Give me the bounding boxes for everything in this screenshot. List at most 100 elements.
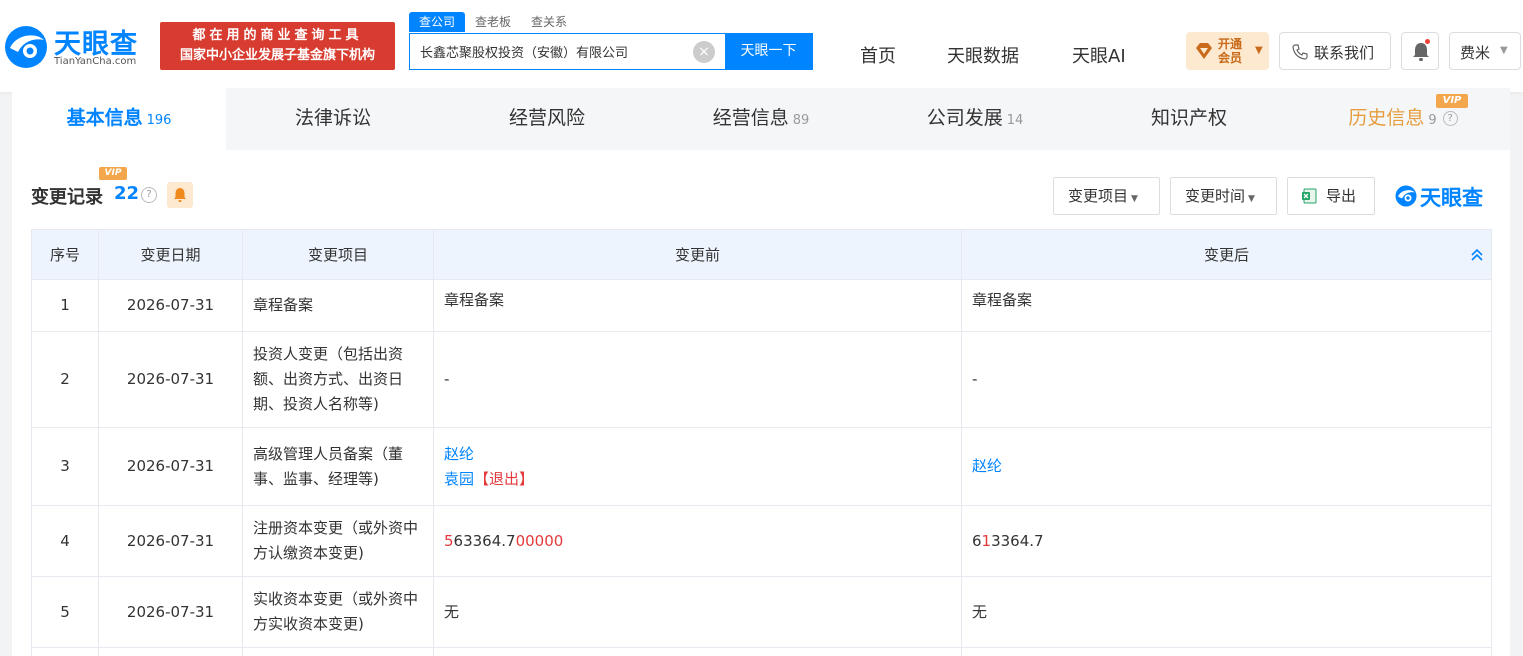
exit-tag: 【退出】 [474,469,535,488]
slogan-banner: 都在用的商业查询工具 国家中小企业发展子基金旗下机构 [160,22,395,70]
cell-before: 563364.700000 [433,505,962,577]
search-tab-boss[interactable]: 查老板 [465,12,521,32]
tianyancha-logo[interactable]: 天眼查 TianYanCha.com [2,22,152,72]
cell-item: 投资人变更（包括出资额、出资方式、出资日期、投资人名称等) [242,331,434,428]
help-icon[interactable]: ? [141,187,157,203]
filter-label: 变更时间 [1185,187,1246,205]
tab-label: 公司发展 [926,107,1003,129]
cell-item: 高级管理人员备案（董事、监事、经理等) [242,427,434,506]
table-row: 4 2026-07-31 注册资本变更（或外资中方认缴资本变更) 563364.… [31,505,1492,577]
col-header-before: 变更前 [433,229,962,280]
tab-count: 196 [146,113,172,128]
table-header-row: 序号 变更日期 变更项目 变更前 变更后 [31,229,1492,280]
diamond-icon [1196,43,1212,59]
search-input[interactable] [410,34,693,69]
export-label: 导出 [1326,187,1357,205]
clear-search-icon[interactable]: × [693,41,715,63]
tab-operation[interactable]: 经营信息 89 [654,88,868,150]
tab-basic-info[interactable]: 基本信息 196 [12,88,226,150]
chevron-down-icon: ▼ [1248,194,1255,204]
cell-no: 3 [31,427,99,506]
table-row [31,647,1492,656]
search-tab-company[interactable]: 查公司 [409,12,466,32]
change-records-card: VIP 变更记录 22 ? 变更项目 ▼ 变更时间 ▼ 导出 天眼查 序号 变更… [12,150,1510,656]
open-vip-button[interactable]: 开通会员 ▼ [1186,32,1269,70]
contact-label: 联系我们 [1314,44,1375,62]
search-type-tabs: 查公司 查老板 查关系 [409,12,577,32]
same-chars: 6 [972,531,982,550]
same-chars: 63364.7 [453,531,516,550]
tab-label: 知识产权 [1150,107,1227,129]
nav-data[interactable]: 天眼数据 [947,42,1019,68]
tab-count: 89 [792,113,810,128]
tab-history[interactable]: VIP 历史信息 9? [1296,88,1510,150]
cell-no: 5 [31,576,99,648]
tab-development[interactable]: 公司发展 14 [868,88,1082,150]
filter-change-time-dropdown[interactable]: 变更时间 ▼ [1170,177,1277,215]
cell-after: 赵纶 [961,427,1492,506]
table-row: 3 2026-07-31 高级管理人员备案（董事、监事、经理等) 赵纶 袁园【退… [31,427,1492,506]
help-icon[interactable]: ? [1442,111,1458,126]
same-chars: 3364.7 [991,531,1044,550]
person-link[interactable]: 赵纶 [444,442,951,467]
section-count: 22 [114,183,140,204]
vip-badge: VIP [1436,94,1468,108]
user-name: 费米 [1460,44,1491,62]
cell-no: 1 [31,279,99,332]
cell-before: 章程备案 [433,279,962,332]
tab-label: 经营信息 [712,107,789,129]
diff-char: 5 [444,531,454,550]
tab-label: 法律诉讼 [294,107,371,129]
cell-after: 613364.7 [961,505,1492,577]
bell-icon [174,188,186,202]
col-header-date: 变更日期 [98,229,243,280]
bell-icon [1413,43,1429,61]
vip-badge: VIP [99,167,127,180]
table-row: 5 2026-07-31 实收资本变更（或外资中方实收资本变更) 无 无 [31,576,1492,648]
brand-text: 天眼查 [1420,186,1483,210]
export-button[interactable]: 导出 [1287,177,1375,215]
person-link[interactable]: 袁园 [444,470,474,488]
tab-label: 历史信息 [1348,107,1425,129]
chevron-down-icon: ▼ [1500,45,1508,56]
top-header: 天眼查 TianYanCha.com 都在用的商业查询工具 国家中小企业发展子基… [0,0,1523,92]
section-title: 变更记录 [31,187,103,208]
cell-no: 2 [31,331,99,428]
collapse-up-icon[interactable] [1469,247,1485,263]
search-tab-relation[interactable]: 查关系 [521,12,577,32]
col-header-after-label: 变更后 [1203,246,1249,264]
cell-date: 2026-07-31 [98,279,243,332]
filter-label: 变更项目 [1068,187,1129,205]
monitor-alert-button[interactable] [167,182,193,208]
tab-ip[interactable]: 知识产权 [1082,88,1296,150]
notification-button[interactable] [1401,32,1439,70]
tab-legal[interactable]: 法律诉讼 [226,88,440,150]
nav-home[interactable]: 首页 [860,42,896,68]
cell-after: 无 [961,576,1492,648]
cell-before: 无 [433,576,962,648]
tab-risk[interactable]: 经营风险 [440,88,654,150]
cell-item: 章程备案 [242,279,434,332]
logo-domain: TianYanCha.com [54,56,137,67]
cell-after: - [961,331,1492,428]
slogan-line-1: 都在用的商业查询工具 [192,28,363,43]
col-header-after: 变更后 [961,229,1492,280]
cell-before: 赵纶 袁园【退出】 [433,427,962,506]
person-link[interactable]: 赵纶 [972,454,1481,479]
slogan-line-2: 国家中小企业发展子基金旗下机构 [179,48,375,63]
user-menu-button[interactable]: 费米 ▼ [1449,32,1521,70]
logo-mark-icon [1395,185,1417,207]
search-button[interactable]: 天眼一下 [725,34,812,69]
cell-item: 注册资本变更（或外资中方认缴资本变更) [242,505,434,577]
nav-ai[interactable]: 天眼AI [1072,42,1126,68]
logo-mark-icon [5,26,47,68]
tab-count: 14 [1006,113,1024,128]
filter-change-item-dropdown[interactable]: 变更项目 ▼ [1053,177,1160,215]
cell-date: 2026-07-31 [98,331,243,428]
open-vip-label: 开通会员 [1218,37,1243,65]
contact-button[interactable]: 联系我们 [1279,32,1391,70]
unread-dot [1425,39,1430,44]
change-records-table: 序号 变更日期 变更项目 变更前 变更后 1 2026-07-31 章程备案 章… [31,229,1492,656]
cell-date: 2026-07-31 [98,576,243,648]
cell-no: 4 [31,505,99,577]
